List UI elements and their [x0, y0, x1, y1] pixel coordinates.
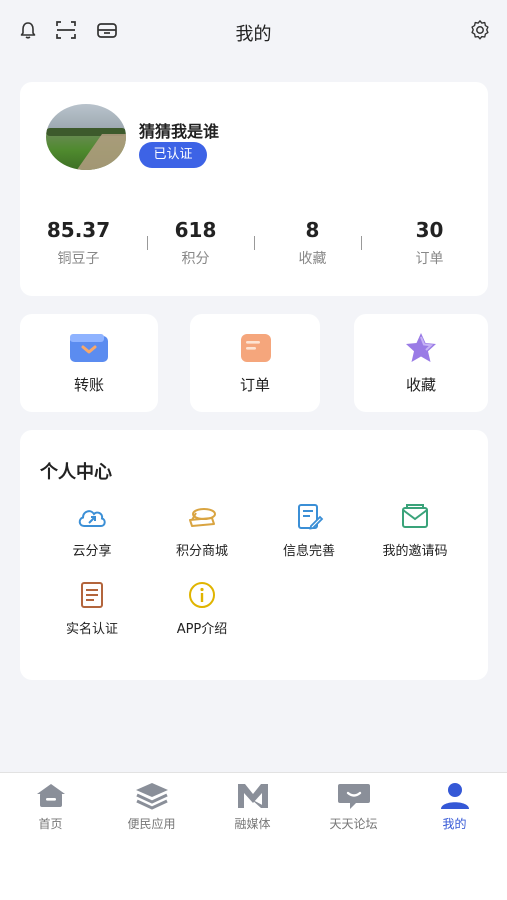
- wallet-icon: [67, 332, 111, 364]
- tab-forum[interactable]: 天天论坛: [303, 779, 404, 833]
- stat-copper-beans[interactable]: 85.37 铜豆子: [20, 216, 137, 268]
- points-mall-item[interactable]: 积分商城: [147, 502, 257, 562]
- stats-row: 85.37 铜豆子 618 积分 8 收藏 30 订单: [20, 216, 488, 276]
- grid-item-label: APP介绍: [176, 622, 228, 637]
- layers-icon: [134, 781, 170, 811]
- grid-item-label: 信息完善: [282, 544, 335, 559]
- stat-value: 8: [305, 218, 320, 242]
- orders-button[interactable]: 订单: [190, 314, 320, 412]
- tab-home[interactable]: 首页: [0, 779, 101, 833]
- home-icon: [33, 781, 69, 811]
- page-title: 我的: [235, 24, 272, 45]
- real-name-item[interactable]: 实名认证: [37, 580, 147, 640]
- top-bar: 我的: [0, 0, 507, 64]
- info-complete-item[interactable]: 信息完善: [254, 502, 364, 562]
- stat-value: 30: [415, 218, 444, 242]
- grid-item-label: 积分商城: [175, 544, 228, 559]
- quick-action-label: 收藏: [405, 376, 436, 394]
- stat-label: 订单: [415, 251, 444, 267]
- stat-orders[interactable]: 30 订单: [371, 216, 488, 268]
- tab-label: 天天论坛: [329, 817, 378, 831]
- quick-action-label: 订单: [239, 376, 270, 394]
- settings-icon[interactable]: [468, 18, 492, 42]
- grid-item-label: 实名认证: [65, 622, 118, 637]
- stat-label: 收藏: [298, 251, 327, 267]
- section-title: 个人中心: [40, 462, 112, 483]
- tab-label: 首页: [38, 817, 63, 831]
- info-icon: [186, 580, 218, 610]
- verified-badge: 已认证: [139, 142, 207, 168]
- tab-services[interactable]: 便民应用: [101, 779, 202, 833]
- stat-label: 积分: [181, 251, 210, 267]
- stat-points[interactable]: 618 积分: [137, 216, 254, 268]
- username: 猜猜我是谁: [139, 122, 220, 141]
- mail-icon: [399, 502, 431, 532]
- tab-label: 便民应用: [127, 817, 176, 831]
- grid-item-label: 云分享: [72, 544, 112, 559]
- app-intro-item[interactable]: APP介绍: [147, 580, 257, 640]
- stat-favorites[interactable]: 8 收藏: [254, 216, 371, 268]
- id-doc-icon: [76, 580, 108, 610]
- stat-label: 铜豆子: [57, 251, 100, 267]
- stat-value: 618: [174, 218, 217, 242]
- stat-value: 85.37: [46, 218, 111, 242]
- forum-icon: [336, 781, 372, 811]
- cloud-share-icon: [76, 502, 108, 532]
- edit-doc-icon: [293, 502, 325, 532]
- invite-code-item[interactable]: 我的邀请码: [360, 502, 470, 562]
- favorites-button[interactable]: 收藏: [354, 314, 488, 412]
- quick-action-label: 转账: [73, 376, 104, 394]
- tab-media[interactable]: 融媒体: [202, 779, 303, 833]
- media-icon: [235, 781, 271, 811]
- tab-mine[interactable]: 我的: [404, 779, 505, 833]
- order-icon: [233, 332, 277, 364]
- transfer-button[interactable]: 转账: [20, 314, 158, 412]
- star-icon: [399, 332, 443, 364]
- user-icon: [437, 781, 473, 811]
- cloud-share-item[interactable]: 云分享: [37, 502, 147, 562]
- grid-item-label: 我的邀请码: [382, 544, 448, 559]
- profile-card: 猜猜我是谁 已认证 85.37 铜豆子 618 积分 8 收藏 30 订单: [20, 82, 488, 296]
- personal-center-card: 个人中心 云分享 积分商城 信息完善 我的邀请码 实名认证 APP介绍: [20, 430, 488, 680]
- divider: [361, 236, 362, 250]
- bottom-tab-bar: 首页 便民应用 融媒体 天天论坛 我的: [0, 772, 507, 900]
- coins-icon: [186, 502, 218, 532]
- tab-label: 融媒体: [234, 817, 271, 831]
- avatar[interactable]: [46, 104, 126, 170]
- tab-label: 我的: [442, 817, 467, 831]
